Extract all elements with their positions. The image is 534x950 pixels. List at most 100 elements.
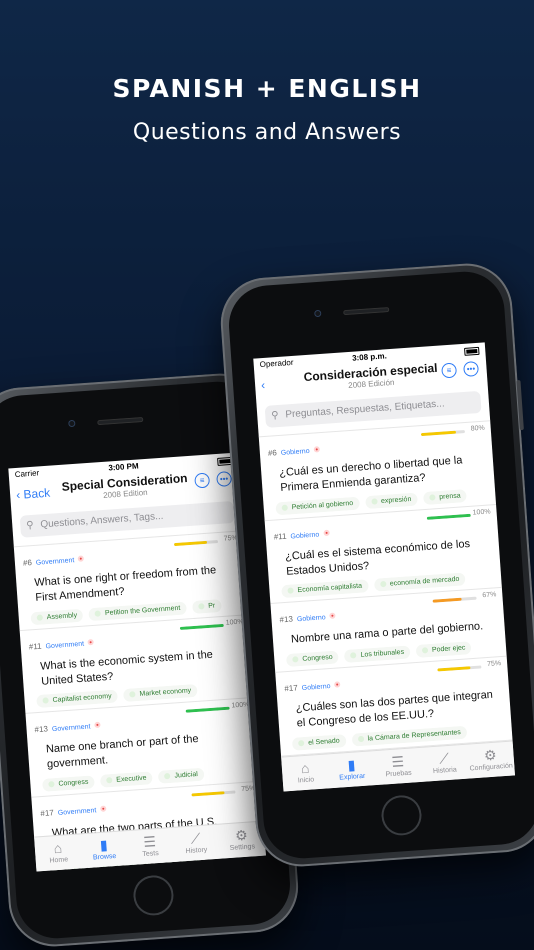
tests-icon: ☰ — [142, 833, 157, 850]
phone-bezel: Operador 3:08 p.m. ‹ Consideración espec… — [226, 269, 534, 861]
tab-tests[interactable]: ☰ Pruebas — [374, 748, 423, 785]
flag-icon[interactable] — [334, 681, 341, 688]
headline: SPANISH + ENGLISH — [112, 74, 422, 103]
tab-browse[interactable]: ▮ Explorar — [327, 751, 376, 788]
home-icon: ⌂ — [53, 839, 63, 857]
check-icon — [287, 587, 294, 595]
front-camera — [314, 309, 322, 318]
tab-home[interactable]: ⌂ Home — [34, 834, 82, 871]
power-button — [516, 380, 524, 431]
flag-icon[interactable] — [99, 805, 107, 812]
answer-tag-label: economía de mercado — [389, 576, 460, 588]
progress-bar — [179, 623, 224, 630]
check-icon — [36, 614, 43, 621]
answer-tag[interactable]: Petición al gobierno — [275, 496, 360, 516]
question-number: #11 — [273, 531, 287, 542]
flag-icon[interactable] — [313, 446, 320, 453]
phone-right: Operador 3:08 p.m. ‹ Consideración espec… — [217, 260, 534, 870]
check-icon — [42, 697, 49, 705]
answer-tag[interactable]: Petition the Government — [88, 601, 187, 621]
tab-history[interactable]: ⟋ Historia — [420, 745, 469, 782]
question-number: #11 — [28, 641, 42, 652]
answer-tag-label: Poder ejec — [431, 644, 466, 655]
question-number: #17 — [284, 683, 299, 694]
tab-tests[interactable]: ☰ Tests — [126, 828, 174, 865]
answer-tag-label: Pr — [208, 602, 216, 610]
flag-icon[interactable] — [78, 555, 85, 562]
progress-bar — [437, 665, 482, 672]
category-badge: Gobierno — [290, 531, 320, 541]
tab-label: Explorar — [339, 772, 366, 782]
progress-percent: 100% — [472, 508, 491, 517]
flag-icon[interactable] — [329, 612, 336, 620]
answer-tag[interactable]: expresión — [364, 492, 418, 509]
history-icon: ⟋ — [438, 749, 450, 767]
progress-bar — [426, 513, 471, 520]
home-button[interactable] — [132, 874, 175, 917]
question-row[interactable]: #13 Government 100% Name one branch or part… — [25, 697, 261, 797]
answer-tag-label: prensa — [439, 492, 461, 501]
answer-tag-label: Economía capitalista — [297, 582, 363, 595]
category-badge: Government — [51, 723, 91, 734]
browse-icon: ▮ — [347, 756, 356, 774]
question-row[interactable]: #17 Gobierno 75% ¿Cuáles son las dos partes… — [275, 655, 513, 756]
progress-fill — [185, 707, 230, 714]
browse-icon: ▮ — [99, 836, 109, 854]
question-number: #6 — [22, 558, 33, 568]
answer-tag[interactable]: Congress — [42, 775, 95, 792]
answer-tag[interactable]: Judicial — [158, 767, 205, 784]
progress-fill — [426, 513, 471, 520]
tab-settings[interactable]: ⚙ Configuración — [466, 741, 515, 778]
answer-tag[interactable]: Poder ejec — [415, 641, 472, 659]
answer-tag[interactable]: Pr — [191, 598, 222, 614]
progress-bar — [173, 540, 219, 547]
check-icon — [370, 498, 378, 505]
check-icon — [106, 777, 113, 784]
category-badge: Gobierno — [296, 614, 326, 624]
tab-label: History — [185, 846, 208, 856]
answer-tag[interactable]: Capitalist economy — [36, 689, 119, 709]
progress-fill — [420, 430, 457, 437]
answer-tag[interactable]: el Senado — [291, 734, 347, 751]
tab-history[interactable]: ⟋ History — [172, 825, 220, 862]
tab-home[interactable]: ⌂ Inicio — [281, 754, 330, 791]
question-row[interactable]: #11 Government 100% What is the economic sy… — [19, 613, 255, 714]
flag-icon[interactable] — [322, 529, 330, 536]
answer-tag-label: Market economy — [139, 687, 192, 699]
category-badge: Government — [57, 807, 97, 817]
answer-tag[interactable]: Executive — [99, 771, 154, 788]
category-badge: Government — [45, 640, 85, 651]
answer-tag[interactable]: Economía capitalista — [281, 579, 369, 599]
earpiece-speaker — [97, 416, 144, 426]
answer-tag[interactable]: Market economy — [123, 684, 198, 703]
check-icon — [298, 739, 305, 747]
check-icon — [379, 581, 387, 588]
progress-percent: 75% — [486, 660, 502, 669]
home-button[interactable] — [380, 794, 423, 837]
check-icon — [281, 504, 288, 511]
tab-label: Inicio — [297, 776, 315, 785]
question-row[interactable]: #6 Government 75% What is one right or free… — [13, 530, 250, 630]
answer-tag[interactable]: economía de mercado — [373, 572, 466, 593]
answer-tag[interactable]: prensa — [422, 488, 468, 505]
progress-fill — [179, 623, 224, 630]
tab-label: Home — [49, 856, 69, 865]
question-number: #6 — [267, 448, 278, 458]
answer-tag-label: Judicial — [174, 771, 199, 780]
flag-icon[interactable] — [94, 722, 101, 729]
tab-label: Configuración — [469, 762, 514, 773]
answer-tag[interactable]: Assembly — [30, 608, 84, 625]
tab-label: Historia — [432, 766, 457, 776]
answer-tag-label: Petición al gobierno — [291, 499, 354, 511]
answer-tag[interactable]: Los tribunales — [344, 645, 411, 664]
home-icon: ⌂ — [300, 759, 310, 777]
tab-browse[interactable]: ▮ Browse — [80, 831, 128, 868]
question-number: #13 — [279, 614, 294, 625]
question-row[interactable]: #11 Gobierno 100% ¿Cuál es el sistema econó… — [264, 503, 502, 604]
flag-icon[interactable] — [87, 638, 95, 646]
screen-english: Carrier 3:00 PM ‹ Back Special Considera… — [8, 452, 266, 872]
answer-tag[interactable]: Congreso — [285, 650, 340, 668]
search-icon: ⚲ — [25, 519, 35, 532]
question-row[interactable]: #6 Gobierno 80% ¿Cuál es un derecho o liber… — [258, 420, 496, 520]
answer-tag-label: el Senado — [307, 737, 340, 747]
